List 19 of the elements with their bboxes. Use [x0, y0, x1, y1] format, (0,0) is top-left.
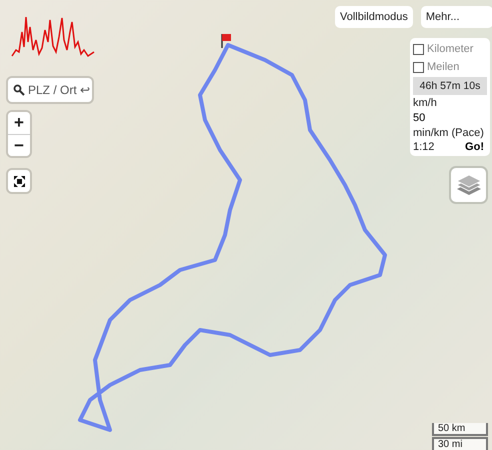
speed-label: km/h: [413, 97, 438, 109]
scale-bar-km: 50 km: [432, 423, 488, 436]
zoom-in-button[interactable]: +: [8, 112, 30, 134]
start-flag-icon: [221, 34, 231, 48]
fullscreen-mode-button[interactable]: Vollbildmodus: [335, 6, 413, 28]
unit-checkbox[interactable]: Kilometer: [413, 41, 487, 57]
layers-icon: [456, 173, 482, 197]
fullscreen-icon: [14, 176, 24, 186]
layers-button[interactable]: [451, 168, 486, 202]
zoom-out-button[interactable]: −: [8, 134, 30, 156]
unit-checkbox[interactable]: Meilen: [413, 59, 487, 75]
pace-label: min/km (Pace): [413, 127, 485, 139]
scale-bar-mi: 30 mi: [432, 437, 488, 450]
fullscreen-button[interactable]: [8, 170, 30, 192]
search-field[interactable]: PLZ / Ort ↩: [8, 78, 92, 102]
duration-display: 46h 57m 10s: [413, 77, 487, 95]
pace-value: 1:12: [413, 141, 434, 153]
go-button[interactable]: Go!: [462, 141, 487, 153]
more-button[interactable]: Mehr...: [420, 6, 492, 28]
